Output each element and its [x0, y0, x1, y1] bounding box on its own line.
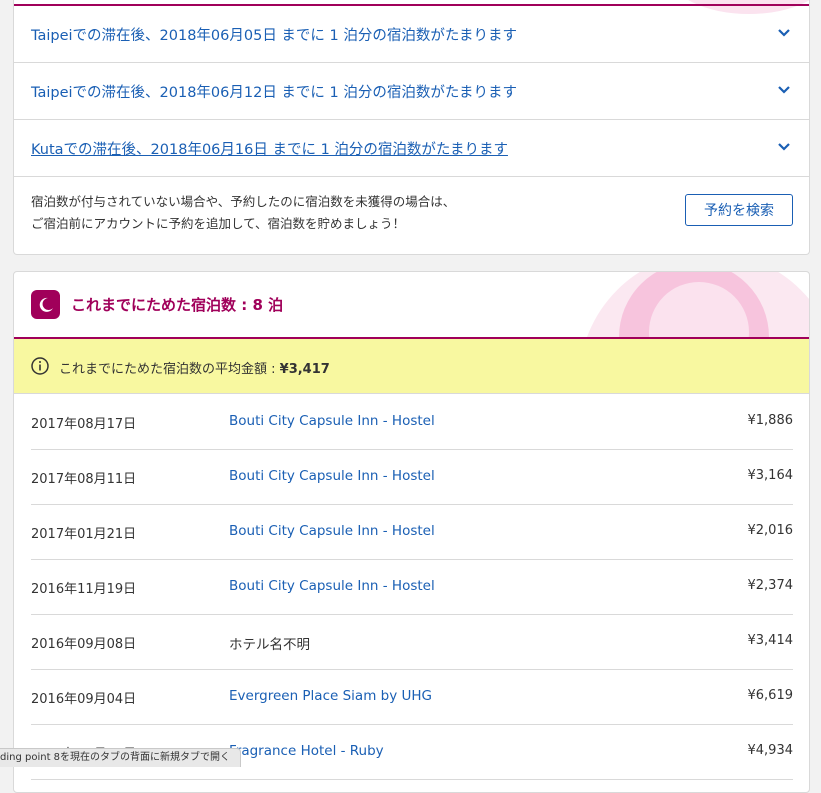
stay-price: ¥3,414	[747, 633, 794, 648]
hotel-link[interactable]: Fragrance Hotel - Ruby	[229, 743, 384, 759]
search-reservation-button[interactable]: 予約を検索	[685, 194, 793, 226]
stay-date: 2017年08月11日	[31, 472, 137, 487]
average-price-text: これまでにためた宿泊数の平均金額 : ¥3,417	[59, 358, 330, 377]
info-icon	[31, 357, 49, 375]
stay-row: 2016年09月08日 ホテル名不明 ¥3,414	[31, 614, 793, 670]
chevron-down-icon	[778, 29, 790, 37]
note-line-1: 宿泊数が付与されていない場合や、予約したのに宿泊数を未獲得の場合は、	[31, 194, 456, 209]
average-price-bar: これまでにためた宿泊数の平均金額 : ¥3,417	[14, 339, 809, 394]
hotel-link[interactable]: Bouti City Capsule Inn - Hostel	[229, 578, 435, 594]
pending-item-2[interactable]: Taipeiでの滞在後、2018年06月12日 までに 1 泊分の宿泊数がたまり…	[14, 63, 809, 120]
pending-item-3[interactable]: Kutaでの滞在後、2018年06月16日 までに 1 泊分の宿泊数がたまります	[14, 120, 809, 177]
collected-nights-card: これまでにためた宿泊数 : 8 泊 これまでにためた宿泊数の平均金額 : ¥3,…	[13, 271, 810, 793]
pending-item-label: Taipeiでの滞在後、2018年06月05日 までに 1 泊分の宿泊数がたまり…	[31, 27, 517, 44]
stay-price: ¥2,374	[747, 578, 794, 593]
nights-title: これまでにためた宿泊数 : 8 泊	[71, 296, 284, 314]
stay-row: 2017年01月21日 Bouti City Capsule Inn - Host…	[31, 504, 793, 560]
pending-item-1[interactable]: Taipeiでの滞在後、2018年06月05日 までに 1 泊分の宿泊数がたまり…	[14, 6, 809, 63]
chevron-down-icon	[778, 86, 790, 94]
stay-price: ¥6,619	[747, 688, 794, 703]
pending-item-label[interactable]: Kutaでの滞在後、2018年06月16日 までに 1 泊分の宿泊数がたまります	[31, 138, 508, 159]
note-line-2: ご宿泊前にアカウントに予約を追加して、宿泊数を貯めましょう！	[31, 216, 406, 231]
stay-date: 2017年01月21日	[31, 527, 137, 542]
stay-row: 2016年09月04日 Evergreen Place Siam by UHG ¥6…	[31, 669, 793, 725]
pending-nights-card: Taipeiでの滞在後、2018年06月05日 までに 1 泊分の宿泊数がたまり…	[13, 0, 810, 255]
nights-header: これまでにためた宿泊数 : 8 泊	[14, 272, 809, 339]
stay-date: 2016年11月19日	[31, 582, 137, 597]
browser-status-bar: ding point 8を現在のタブの背面に新規タブで開く	[0, 748, 242, 767]
stay-row: 2016年11月19日 Bouti City Capsule Inn - Host…	[31, 559, 793, 615]
stay-row: 2017年08月11日 Bouti City Capsule Inn - Host…	[31, 449, 793, 505]
stay-date: 2016年09月04日	[31, 692, 137, 707]
stay-price: ¥1,886	[747, 413, 794, 428]
pending-item-label: Taipeiでの滞在後、2018年06月12日 までに 1 泊分の宿泊数がたまり…	[31, 84, 517, 101]
chevron-down-icon	[778, 143, 790, 151]
stay-date: 2016年09月08日	[31, 637, 137, 652]
hotel-link[interactable]: Bouti City Capsule Inn - Hostel	[229, 523, 435, 539]
hotel-link[interactable]: Evergreen Place Siam by UHG	[229, 688, 432, 704]
stay-price: ¥3,164	[747, 468, 794, 483]
stay-row: 2017年08月17日 Bouti City Capsule Inn - Host…	[31, 394, 793, 450]
average-price-label: これまでにためた宿泊数の平均金額 :	[59, 362, 280, 377]
hotel-link[interactable]: Bouti City Capsule Inn - Hostel	[229, 468, 435, 484]
pending-note: 宿泊数が付与されていない場合や、予約したのに宿泊数を未獲得の場合は、 ご宿泊前に…	[31, 191, 455, 235]
stay-date: 2017年08月17日	[31, 417, 137, 432]
average-price-value: ¥3,417	[279, 362, 330, 377]
stay-price: ¥4,934	[747, 743, 794, 758]
moon-icon	[31, 290, 60, 319]
hotel-link[interactable]: Bouti City Capsule Inn - Hostel	[229, 413, 435, 429]
hotel-name: ホテル名不明	[229, 637, 310, 653]
stay-price: ¥2,016	[747, 523, 794, 538]
